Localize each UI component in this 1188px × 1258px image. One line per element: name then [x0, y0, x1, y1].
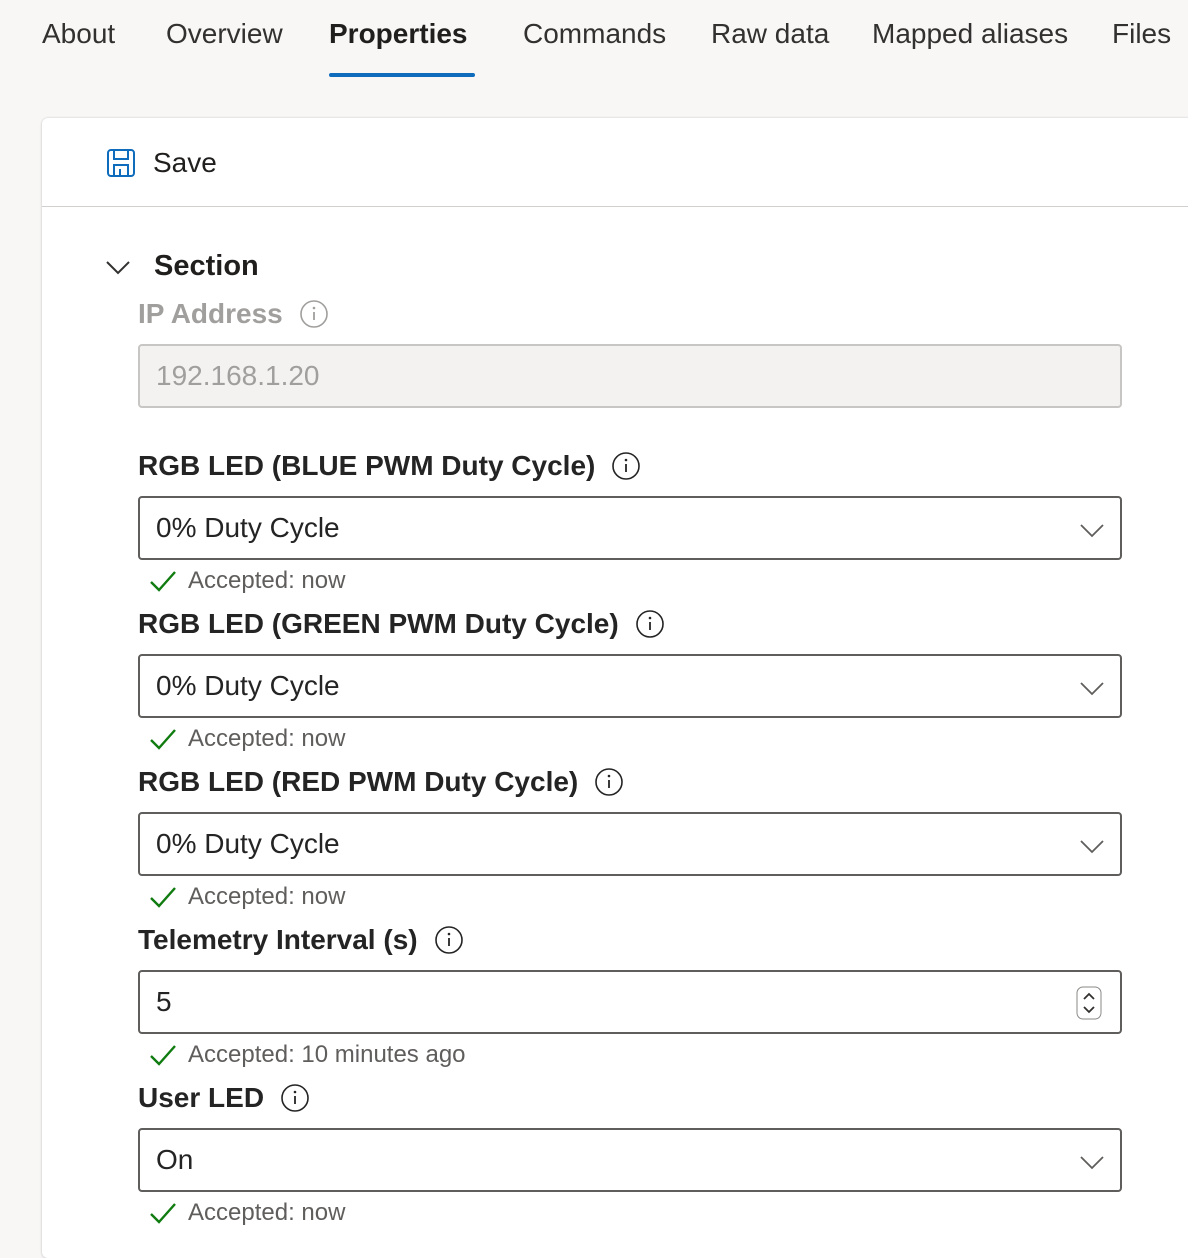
chevron-down-icon: [1080, 1156, 1104, 1170]
green-pwm-dropdown[interactable]: 0% Duty Cycle: [138, 654, 1122, 718]
tab-properties[interactable]: Properties: [329, 16, 468, 52]
telemetry-interval-status: Accepted: 10 minutes ago: [148, 1040, 466, 1070]
telemetry-interval-status-text: Accepted: 10 minutes ago: [188, 1041, 466, 1068]
user-led-dropdown[interactable]: On: [138, 1128, 1122, 1192]
checkmark-icon: [150, 1203, 176, 1224]
info-icon[interactable]: [611, 451, 641, 481]
telemetry-interval-label-text: Telemetry Interval (s): [138, 924, 418, 955]
info-icon[interactable]: [299, 299, 329, 329]
user-led-label-text: User LED: [138, 1082, 265, 1113]
blue-pwm-status: Accepted: now: [148, 566, 345, 596]
save-icon: [107, 149, 135, 177]
user-led-label: User LED: [138, 1082, 310, 1114]
green-pwm-label: RGB LED (GREEN PWM Duty Cycle): [138, 608, 665, 640]
chevron-down-icon: [1080, 524, 1104, 538]
chevron-down-icon: [1080, 840, 1104, 854]
section-header[interactable]: Section: [104, 250, 259, 283]
blue-pwm-status-text: Accepted: now: [188, 567, 346, 594]
checkmark-icon: [150, 887, 176, 908]
toolbar: Save: [42, 118, 1188, 207]
tab-files[interactable]: Files: [1112, 16, 1171, 52]
green-pwm-status-text: Accepted: now: [188, 725, 346, 752]
ip-address-value: 192.168.1.20: [156, 360, 320, 391]
red-pwm-dropdown[interactable]: 0% Duty Cycle: [138, 812, 1122, 876]
red-pwm-label-text: RGB LED (RED PWM Duty Cycle): [138, 766, 579, 797]
telemetry-interval-input[interactable]: 5: [138, 970, 1122, 1034]
checkmark-icon: [150, 729, 176, 750]
blue-pwm-dropdown[interactable]: 0% Duty Cycle: [138, 496, 1122, 560]
active-tab-indicator: [329, 73, 475, 77]
chevron-down-icon: [1080, 682, 1104, 696]
ip-address-input: 192.168.1.20: [138, 344, 1122, 408]
chevron-down-icon: [106, 260, 130, 274]
save-label: Save: [153, 147, 217, 178]
red-pwm-value: 0% Duty Cycle: [156, 828, 340, 859]
tab-raw-data[interactable]: Raw data: [711, 16, 829, 52]
blue-pwm-label-text: RGB LED (BLUE PWM Duty Cycle): [138, 450, 596, 481]
blue-pwm-label: RGB LED (BLUE PWM Duty Cycle): [138, 450, 641, 482]
red-pwm-status: Accepted: now: [148, 882, 345, 912]
user-led-status-text: Accepted: now: [188, 1199, 346, 1226]
ip-address-label-text: IP Address: [138, 298, 283, 329]
ip-address-label: IP Address: [138, 298, 329, 330]
checkmark-icon: [150, 1045, 176, 1066]
save-button[interactable]: Save: [106, 144, 217, 182]
info-icon[interactable]: [594, 767, 624, 797]
green-pwm-value: 0% Duty Cycle: [156, 670, 340, 701]
info-icon[interactable]: [635, 609, 665, 639]
telemetry-interval-label: Telemetry Interval (s): [138, 924, 464, 956]
user-led-value: On: [156, 1144, 194, 1175]
red-pwm-label: RGB LED (RED PWM Duty Cycle): [138, 766, 624, 798]
tab-about[interactable]: About: [42, 16, 115, 52]
tab-mapped-aliases[interactable]: Mapped aliases: [872, 16, 1068, 52]
checkmark-icon: [150, 571, 176, 592]
spin-arrows-icon[interactable]: [1076, 986, 1102, 1020]
tab-overview[interactable]: Overview: [166, 16, 283, 52]
tab-commands[interactable]: Commands: [523, 16, 666, 52]
info-icon[interactable]: [434, 925, 464, 955]
user-led-status: Accepted: now: [148, 1198, 345, 1228]
green-pwm-status: Accepted: now: [148, 724, 345, 754]
info-icon[interactable]: [280, 1083, 310, 1113]
properties-card: Save Section IP Address 192.168.1.20 RGB…: [42, 118, 1188, 1258]
section-title: Section: [154, 250, 259, 282]
blue-pwm-value: 0% Duty Cycle: [156, 512, 340, 543]
green-pwm-label-text: RGB LED (GREEN PWM Duty Cycle): [138, 608, 619, 639]
red-pwm-status-text: Accepted: now: [188, 883, 346, 910]
tab-bar: About Overview Properties Commands Raw d…: [0, 0, 1188, 80]
telemetry-interval-value: 5: [156, 986, 172, 1017]
